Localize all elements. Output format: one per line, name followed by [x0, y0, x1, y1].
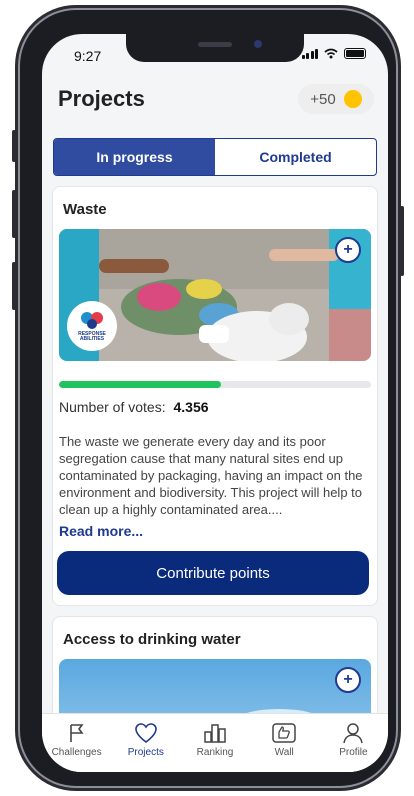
add-project-button[interactable]: +: [335, 667, 361, 693]
logo-text: RESPONSE ABILITIES: [78, 330, 106, 342]
organization-logo: RESPONSE ABILITIES: [67, 301, 117, 351]
tab-completed[interactable]: Completed: [215, 139, 376, 175]
speaker: [198, 42, 232, 47]
project-title: Waste: [63, 201, 107, 218]
project-status-tabs: In progress Completed: [53, 138, 377, 176]
project-description: The waste we generate every day and its …: [59, 434, 363, 517]
page-header: Projects +50: [42, 82, 388, 126]
camera: [254, 40, 262, 48]
status-time: 9:27: [74, 48, 102, 64]
tab-label: Profile: [339, 747, 368, 758]
tab-label: Projects: [127, 747, 164, 758]
contribute-points-button[interactable]: Contribute points: [57, 551, 369, 595]
project-title: Access to drinking water: [63, 631, 241, 648]
project-card: Waste + RESPONSE ABILITIES Number of vot…: [52, 186, 378, 606]
tab-wall[interactable]: Wall: [250, 714, 319, 772]
tab-label: Wall: [274, 747, 294, 758]
app-screen: 9:27 Projects +50 In progress Completed …: [42, 34, 388, 772]
bar-chart-icon: [204, 724, 226, 743]
logo-mark-icon: [81, 311, 103, 329]
tab-challenges[interactable]: Challenges: [42, 714, 111, 772]
volume-down-button: [12, 262, 16, 310]
signal-icon: [301, 48, 318, 59]
votes-count: 4.356: [173, 399, 209, 415]
wifi-icon: [324, 48, 338, 59]
thumbs-up-icon: [272, 723, 296, 743]
points-value: +50: [310, 90, 336, 108]
votes-progress-bar: [59, 381, 371, 388]
tab-ranking[interactable]: Ranking: [180, 714, 249, 772]
tab-label: Ranking: [196, 747, 234, 758]
read-more-link[interactable]: Read more...: [59, 523, 143, 539]
tab-label: Challenges: [51, 747, 102, 758]
votes-label: Number of votes:: [59, 399, 166, 415]
heart-icon: [134, 723, 157, 744]
points-badge[interactable]: +50: [298, 84, 374, 114]
votes-row: Number of votes: 4.356: [59, 399, 209, 415]
add-project-button[interactable]: +: [335, 237, 361, 263]
mute-switch: [12, 130, 16, 162]
status-icons: [301, 48, 366, 59]
tab-projects[interactable]: Projects: [111, 714, 180, 772]
tab-profile[interactable]: Profile: [319, 714, 388, 772]
volume-up-button: [12, 190, 16, 238]
bottom-tab-bar: Challenges Projects Ranking Wall Profile: [42, 713, 388, 772]
coin-icon: [343, 90, 362, 108]
user-icon: [343, 723, 364, 744]
progress-fill: [59, 381, 222, 388]
tab-in-progress[interactable]: In progress: [54, 139, 215, 175]
notch: [126, 34, 304, 62]
page-title: Projects: [58, 86, 145, 111]
power-button: [400, 206, 404, 276]
flag-icon: [69, 724, 84, 742]
project-image: + RESPONSE ABILITIES: [59, 229, 371, 361]
battery-icon: [344, 48, 366, 59]
